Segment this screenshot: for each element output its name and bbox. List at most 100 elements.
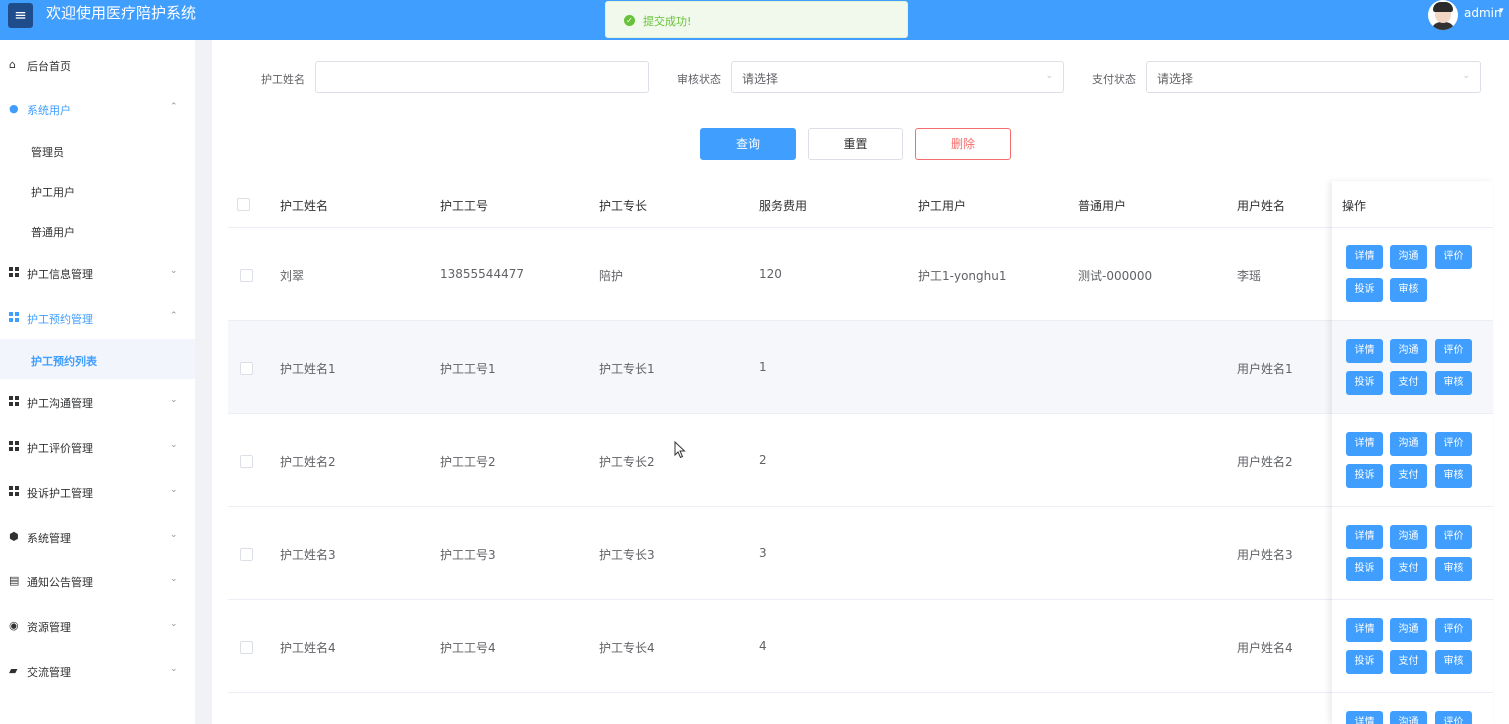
sidebar-item-review[interactable]: 护工评价管理 ⌄ xyxy=(0,424,195,468)
gear-icon: ⬢ xyxy=(9,530,19,543)
sidebar-item-chat[interactable]: 护工沟通管理 ⌄ xyxy=(0,379,195,423)
row-checkbox[interactable] xyxy=(240,548,253,561)
column-header: 护工专长 xyxy=(599,199,648,213)
pay-button[interactable]: 支付 xyxy=(1390,371,1427,395)
cell-nurse-name: 刘翠 xyxy=(280,269,305,283)
cell-skill: 护工专长2 xyxy=(599,455,655,469)
sidebar-item-booking[interactable]: 护工预约管理 ⌃ xyxy=(0,295,195,339)
grid-icon xyxy=(9,441,20,452)
chat-button[interactable]: 沟通 xyxy=(1390,339,1427,363)
audit-button[interactable]: 审核 xyxy=(1435,650,1472,674)
audit-status-select[interactable]: 请选择 ⌄ xyxy=(731,61,1064,93)
review-button[interactable]: 评价 xyxy=(1435,711,1472,724)
chat-button[interactable]: 沟通 xyxy=(1390,432,1427,456)
column-header: 护工用户 xyxy=(918,199,967,213)
search-button[interactable]: 查询 xyxy=(700,128,796,160)
select-value: 请选择 xyxy=(1157,72,1194,86)
chevron-down-icon: ⌄ xyxy=(1462,71,1470,81)
sidebar-item-label: 管理员 xyxy=(31,146,64,159)
sidebar-item-label: 系统用户 xyxy=(27,104,71,117)
column-header: 护工工号 xyxy=(440,199,489,213)
grid-icon xyxy=(9,312,20,323)
cell-nurse-name: 护工姓名2 xyxy=(280,455,336,469)
table-row[interactable]: 护工姓名4 护工工号4 护工专长4 4 用户姓名4 详情 沟通 评价 投诉 支付… xyxy=(228,600,1493,693)
review-button[interactable]: 评价 xyxy=(1435,525,1472,549)
sidebar-subitem-booking-list[interactable]: 护工预约列表 xyxy=(0,339,195,379)
pay-button[interactable]: 支付 xyxy=(1390,464,1427,488)
review-button[interactable]: 评价 xyxy=(1435,245,1472,269)
cell-user-name: 用户姓名1 xyxy=(1237,362,1293,376)
pay-button[interactable]: 支付 xyxy=(1390,650,1427,674)
document-icon: ▤ xyxy=(9,574,20,587)
table-row[interactable]: 刘翠 13855544477 陪护 120 护工1-yonghu1 测试-000… xyxy=(228,228,1493,321)
chat-button[interactable]: 沟通 xyxy=(1390,245,1427,269)
reset-button[interactable]: 重置 xyxy=(808,128,903,160)
detail-button[interactable]: 详情 xyxy=(1346,432,1383,456)
sidebar-subitem-admin[interactable]: 管理员 xyxy=(0,130,195,170)
sidebar-item-system[interactable]: ⬢ 系统管理 ⌄ xyxy=(0,514,195,558)
delete-button[interactable]: 删除 xyxy=(915,128,1011,160)
row-checkbox[interactable] xyxy=(240,455,253,468)
chevron-down-icon[interactable]: ▾ xyxy=(1499,6,1504,16)
complain-button[interactable]: 投诉 xyxy=(1346,371,1383,395)
complain-button[interactable]: 投诉 xyxy=(1346,557,1383,581)
detail-button[interactable]: 详情 xyxy=(1346,339,1383,363)
detail-button[interactable]: 详情 xyxy=(1346,618,1383,642)
detail-button[interactable]: 详情 xyxy=(1346,711,1383,724)
select-all-checkbox[interactable] xyxy=(237,198,250,211)
complain-button[interactable]: 投诉 xyxy=(1346,464,1383,488)
audit-button[interactable]: 审核 xyxy=(1390,278,1427,302)
success-toast: ✓ 提交成功! xyxy=(605,1,908,38)
cell-user-name: 用户姓名4 xyxy=(1237,641,1293,655)
sidebar-subitem-nurse-user[interactable]: 护工用户 xyxy=(0,170,195,210)
audit-button[interactable]: 审核 xyxy=(1435,464,1472,488)
detail-button[interactable]: 详情 xyxy=(1346,525,1383,549)
detail-button[interactable]: 详情 xyxy=(1346,245,1383,269)
review-button[interactable]: 评价 xyxy=(1435,339,1472,363)
row-checkbox[interactable] xyxy=(240,362,253,375)
cell-nurse-name: 护工姓名1 xyxy=(280,362,336,376)
audit-button[interactable]: 审核 xyxy=(1435,557,1472,581)
user-icon: ● xyxy=(9,102,19,115)
table-row[interactable]: 护工姓名1 护工工号1 护工专长1 1 用户姓名1 详情 沟通 评价 投诉 支付… xyxy=(228,321,1493,414)
sidebar-item-nurse-info[interactable]: 护工信息管理 ⌄ xyxy=(0,250,195,294)
review-button[interactable]: 评价 xyxy=(1435,618,1472,642)
avatar[interactable] xyxy=(1428,0,1458,30)
cell-nurse-user: 护工1-yonghu1 xyxy=(918,269,1007,283)
sidebar-item-system-users[interactable]: ● 系统用户 ⌃ xyxy=(0,86,195,130)
sidebar-item-resource[interactable]: ◉ 资源管理 ⌄ xyxy=(0,603,195,647)
complain-button[interactable]: 投诉 xyxy=(1346,650,1383,674)
nurse-name-input[interactable] xyxy=(315,61,649,93)
sidebar-item-label: 资源管理 xyxy=(27,621,71,634)
chat-button[interactable]: 沟通 xyxy=(1390,711,1427,724)
pay-status-select[interactable]: 请选择 ⌄ xyxy=(1146,61,1481,93)
hamburger-icon[interactable]: ≡ xyxy=(8,3,33,28)
cell-fee: 1 xyxy=(759,360,767,374)
user-name[interactable]: admin xyxy=(1464,6,1502,20)
table-row[interactable]: 护工姓名3 护工工号3 护工专长3 3 用户姓名3 详情 沟通 评价 投诉 支付… xyxy=(228,507,1493,600)
sidebar-item-exchange[interactable]: ▰ 交流管理 ⌄ xyxy=(0,648,195,692)
column-header: 护工姓名 xyxy=(280,199,329,213)
pay-button[interactable]: 支付 xyxy=(1390,557,1427,581)
row-checkbox[interactable] xyxy=(240,269,253,282)
chat-button[interactable]: 沟通 xyxy=(1390,525,1427,549)
sidebar-item-label: 后台首页 xyxy=(27,60,71,73)
sidebar-item-label: 护工预约列表 xyxy=(31,355,97,368)
chat-button[interactable]: 沟通 xyxy=(1390,618,1427,642)
column-header: 普通用户 xyxy=(1078,199,1127,213)
cell-nurse-name: 护工姓名3 xyxy=(280,548,336,562)
row-checkbox[interactable] xyxy=(240,641,253,654)
complain-button[interactable]: 投诉 xyxy=(1346,278,1383,302)
table-row[interactable]: 护工姓名2 护工工号2 护工专长2 2 用户姓名2 详情 沟通 评价 投诉 支付… xyxy=(228,414,1493,507)
cell-fee: 120 xyxy=(759,267,782,281)
sidebar-subitem-normal-user[interactable]: 普通用户 xyxy=(0,210,195,250)
review-button[interactable]: 评价 xyxy=(1435,432,1472,456)
chevron-down-icon: ⌄ xyxy=(1045,71,1053,81)
audit-button[interactable]: 审核 xyxy=(1435,371,1472,395)
success-check-icon: ✓ xyxy=(624,15,635,26)
sidebar-item-notice[interactable]: ▤ 通知公告管理 ⌄ xyxy=(0,558,195,602)
sidebar-item-home[interactable]: ⌂ 后台首页 xyxy=(0,42,195,86)
compass-icon: ◉ xyxy=(9,619,19,632)
cell-nurse-no: 13855544477 xyxy=(440,267,524,281)
sidebar-item-complaint[interactable]: 投诉护工管理 ⌄ xyxy=(0,469,195,513)
